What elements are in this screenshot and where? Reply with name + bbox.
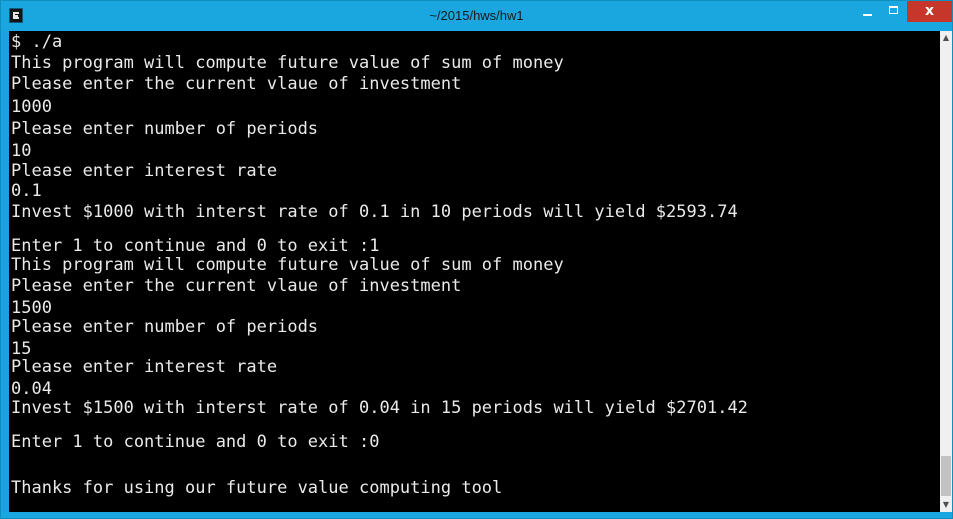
console-line: 10	[11, 141, 32, 161]
console-line: This program will compute future value o…	[11, 255, 564, 275]
console-line: $ ./a	[11, 32, 63, 52]
console-line: Please enter the current vlaue of invest…	[11, 276, 462, 296]
console-line: Please enter number of periods	[11, 317, 319, 337]
title-bar[interactable]: ~/2015/hws/hw1 x	[1, 1, 952, 31]
console-line: Enter 1 to continue and 0 to exit :1	[11, 236, 380, 256]
console-line: 0.1	[11, 181, 42, 201]
console-line: 1500	[11, 298, 52, 318]
terminal-window: ~/2015/hws/hw1 x $ ./a This program will…	[0, 0, 953, 519]
console-line: Invest $1500 with interst rate of 0.04 i…	[11, 398, 748, 418]
window-bottom-border	[1, 512, 952, 518]
console-line: 15	[11, 339, 32, 359]
console-line: Please enter the current vlaue of invest…	[11, 74, 462, 94]
minimize-button[interactable]	[854, 1, 881, 22]
vertical-scrollbar[interactable]: ▲ ▼	[940, 31, 952, 512]
scroll-down-arrow-icon[interactable]: ▼	[940, 498, 952, 512]
scroll-up-arrow-icon[interactable]: ▲	[940, 31, 952, 45]
console-line: 0.04	[11, 379, 52, 399]
console-output[interactable]: $ ./a This program will compute future v…	[9, 31, 940, 512]
console-line: This program will compute future value o…	[11, 53, 564, 73]
maximize-button[interactable]	[881, 1, 907, 22]
console-line: Enter 1 to continue and 0 to exit :0	[11, 432, 380, 452]
window-title: ~/2015/hws/hw1	[429, 8, 524, 23]
console-line: Please enter number of periods	[11, 119, 319, 139]
maximize-icon	[889, 6, 898, 14]
console-line: Invest $1000 with interst rate of 0.1 in…	[11, 202, 738, 222]
console-line: Please enter interest rate	[11, 161, 278, 181]
scrollbar-thumb[interactable]	[941, 456, 951, 496]
close-button[interactable]: x	[907, 1, 952, 22]
console-line: Please enter interest rate	[11, 357, 278, 377]
console-line: 1000	[11, 97, 52, 117]
console-line: Thanks for using our future value comput…	[11, 478, 503, 498]
close-icon: x	[924, 3, 935, 19]
minimize-icon	[863, 14, 872, 16]
